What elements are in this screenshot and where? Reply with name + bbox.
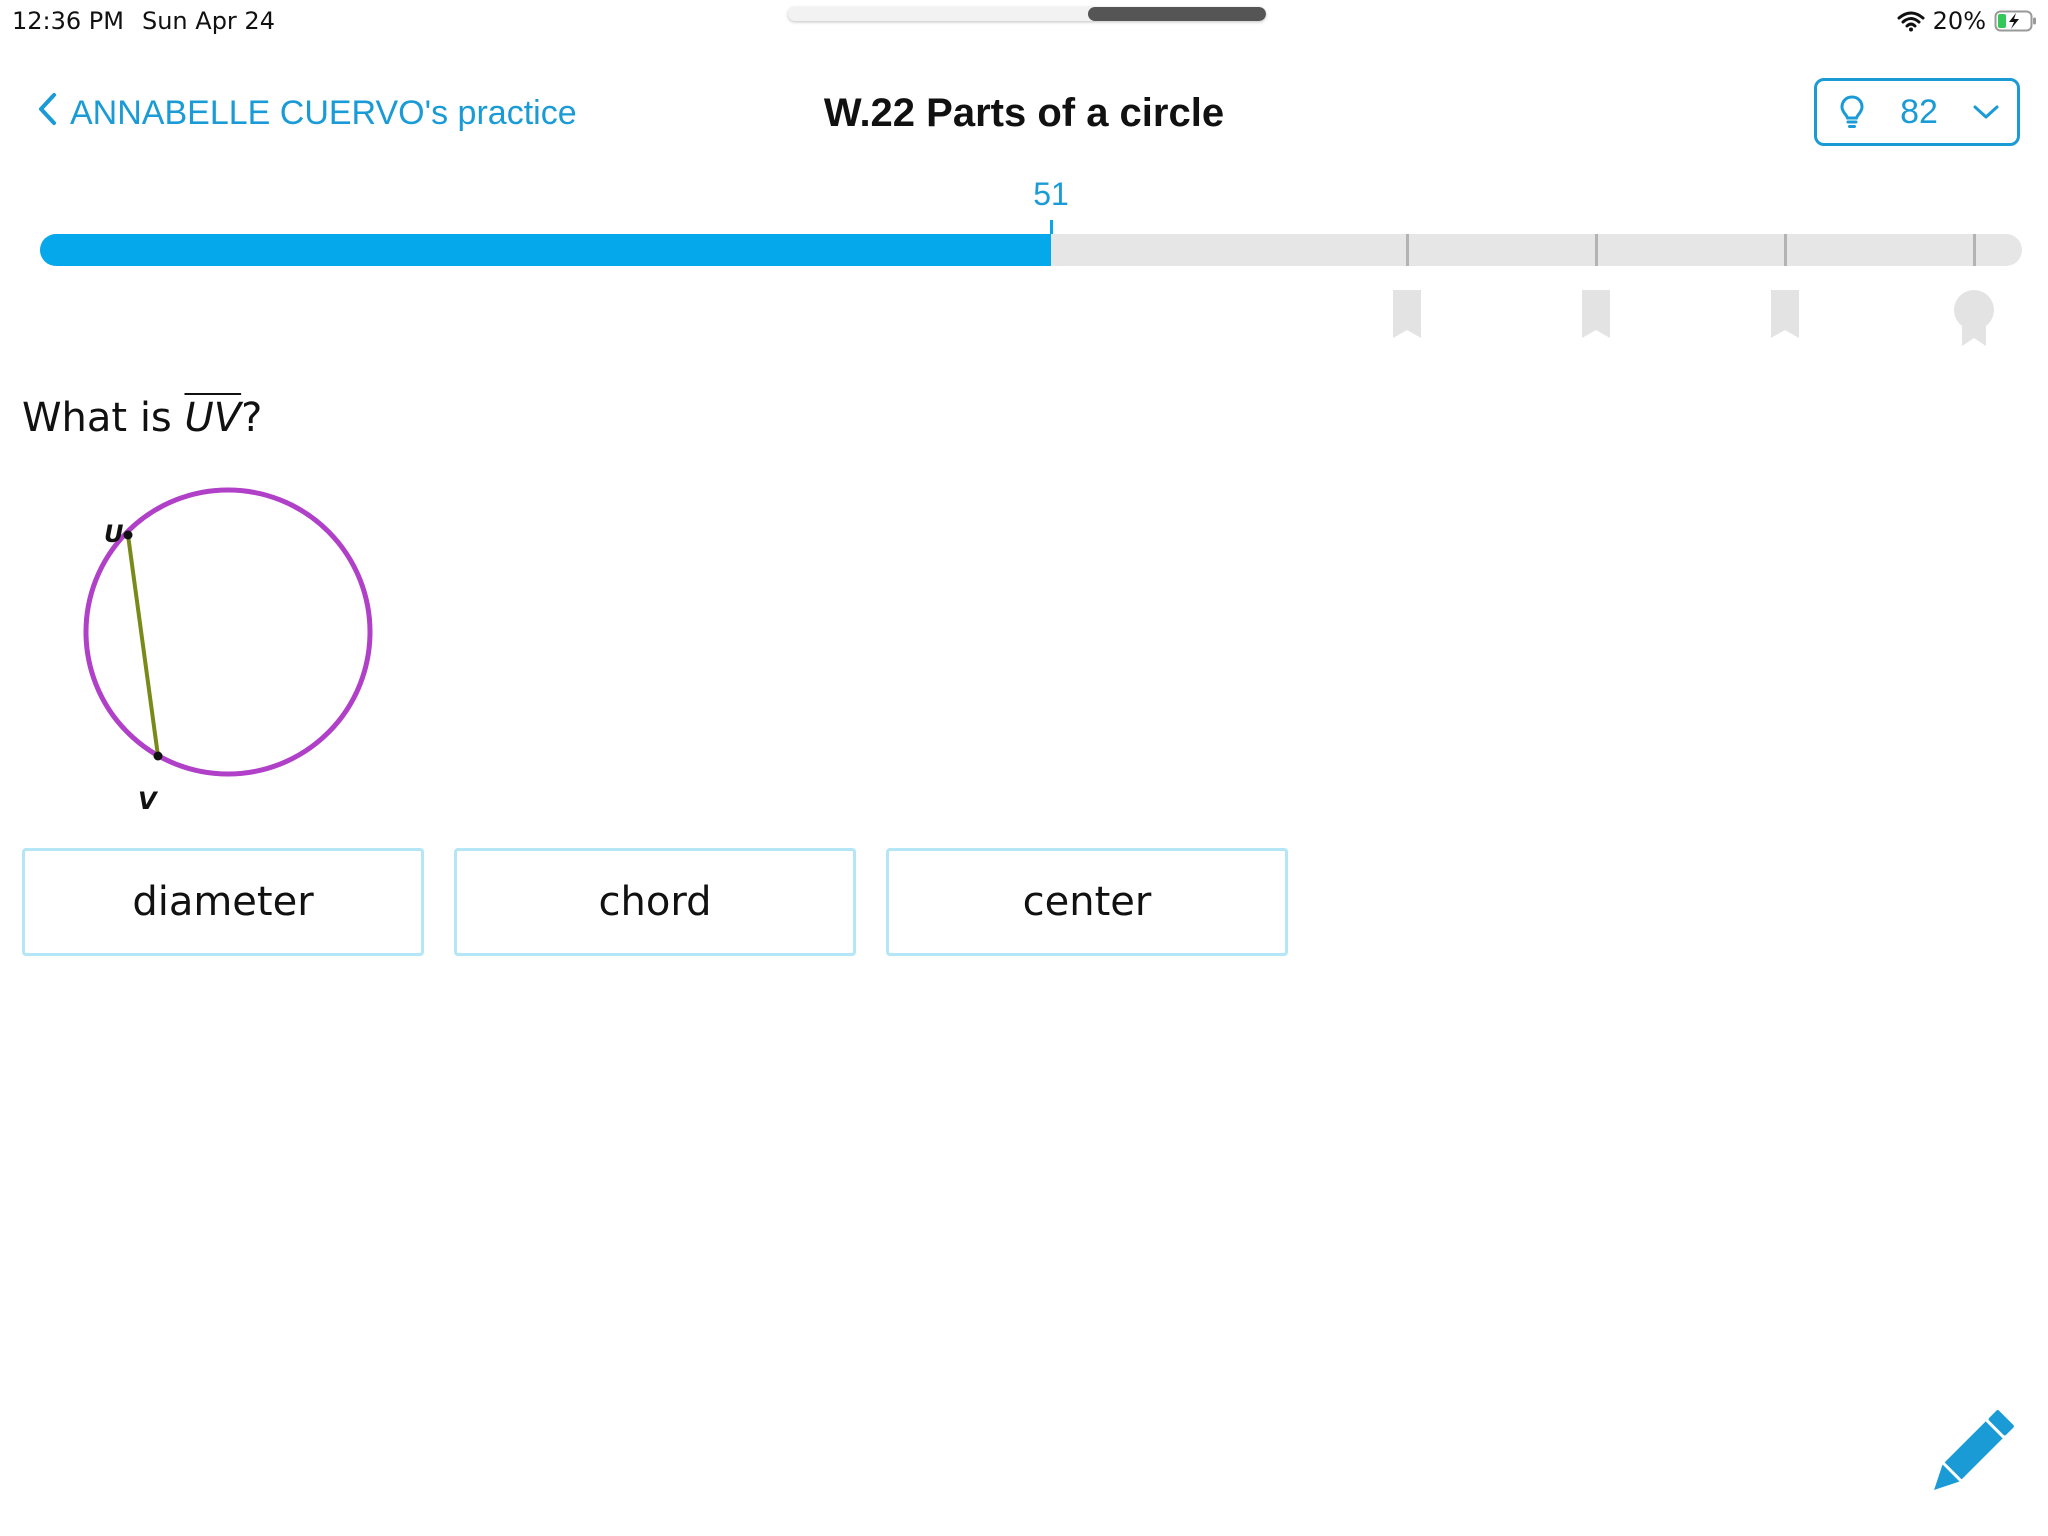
progress-tick [1784,234,1787,266]
multitasking-indicator-segment [1088,7,1266,21]
answer-chord[interactable]: chord [454,848,856,956]
progress-bar-fill [40,234,1051,266]
lightbulb-icon [1839,94,1865,130]
back-link-label: ANNABELLE CUERVO's practice [70,93,577,132]
back-to-practice-link[interactable]: ANNABELLE CUERVO's practice [36,88,577,138]
chord-uv [126,534,160,757]
chevron-down-icon [1973,104,1999,120]
status-time: 12:36 PM [12,7,124,35]
point-v [153,751,163,761]
label-u: U [104,520,124,548]
progress-marker [1050,220,1053,234]
bookmark-icon [1390,288,1424,340]
circle-diagram: U V [83,487,373,815]
bookmark-icon [1768,288,1802,340]
point-u [123,530,133,540]
label-v: V [138,787,159,815]
battery-charging-icon [1994,9,2038,33]
ixl-practice-screen: 12:36 PM Sun Apr 24 20% ANNABELLE CUERVO… [0,0,2048,1536]
award-icon [1952,288,1996,348]
answer-diameter[interactable]: diameter [22,848,424,956]
battery-percentage: 20% [1932,7,1986,35]
progress-tick [1595,234,1598,266]
question-suffix: ? [241,395,263,441]
progress-score-label: 51 [1033,176,1069,212]
progress-bar [40,220,2022,266]
status-date: Sun Apr 24 [141,7,275,35]
smartscore-value: 82 [1900,92,1938,131]
answer-center[interactable]: center [886,848,1288,956]
question-prompt: What is UV? [22,388,262,448]
progress-tick [1406,234,1409,266]
segment-name: UV [184,395,242,441]
status-bar-right: 20% [1897,4,2038,38]
question-prefix: What is [22,395,185,441]
chevron-left-icon [36,92,58,135]
bookmark-icon [1579,288,1613,340]
pencil-icon[interactable] [1918,1406,2018,1506]
progress-tick [1973,234,1976,266]
smartscore-dropdown[interactable]: 82 [1814,78,2020,146]
multitasking-indicator[interactable] [788,7,1266,21]
wifi-icon [1897,10,1925,32]
status-bar-clock: 12:36 PM Sun Apr 24 [12,4,275,38]
